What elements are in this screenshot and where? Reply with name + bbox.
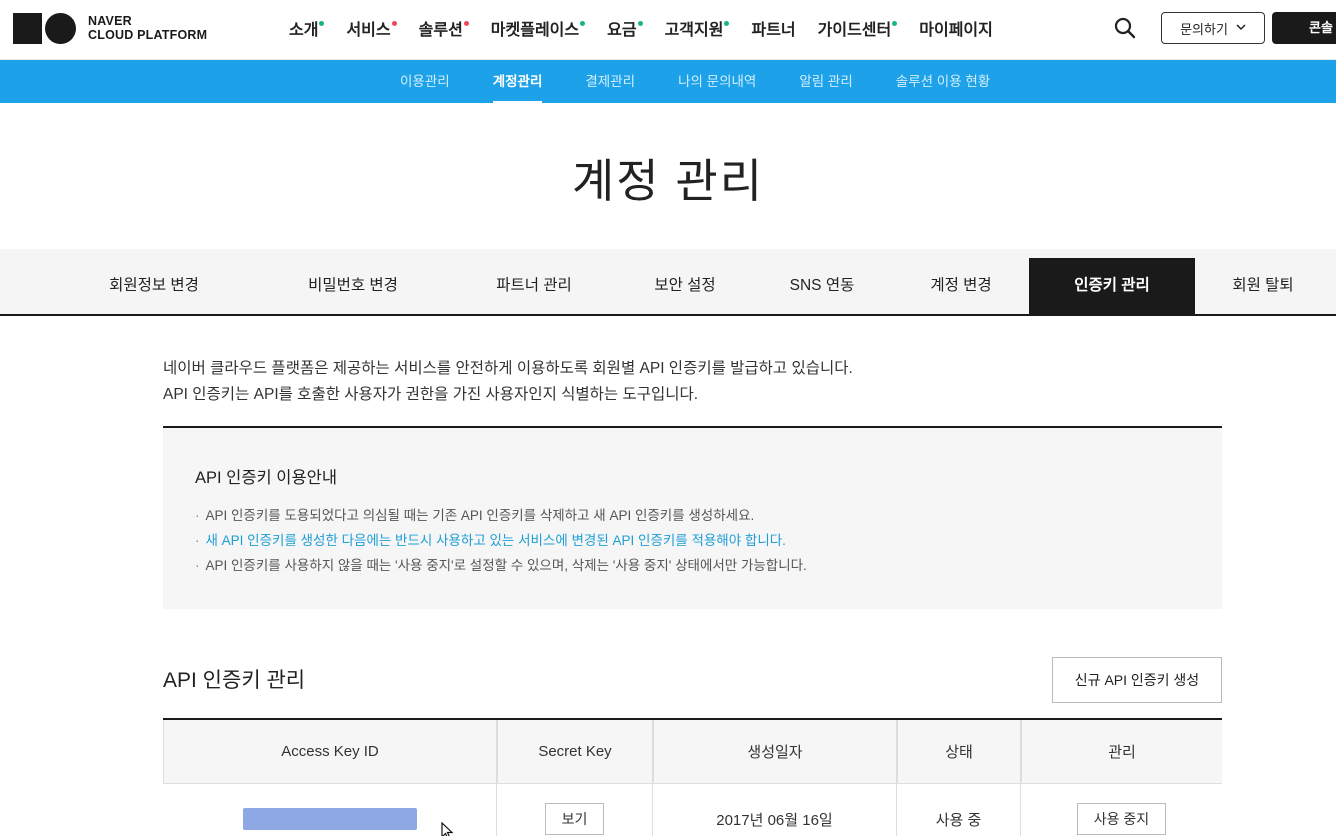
tab-3[interactable]: 보안 설정 (618, 249, 752, 314)
info-title: API 인증키 이용안내 (195, 469, 338, 487)
tab-5[interactable]: 계정 변경 (894, 249, 1028, 314)
top-header: NAVER CLOUD PLATFORM 소개 서비스 솔루션 마켓플레이스 요금 고객지… (0, 0, 1336, 60)
new-dot-icon (463, 21, 469, 26)
secret-key-cell: 보기 (497, 784, 653, 836)
subnav-item-0[interactable]: 이용관리 (400, 60, 450, 103)
page-title: 계정 관리 (571, 155, 765, 207)
nav-item-label: 서비스 (346, 22, 391, 39)
api-key-table: Access Key IDSecret Key생성일자상태관리 ••••••••… (163, 718, 1222, 836)
nav-item-label: 소개 (289, 22, 319, 39)
naver-cloud-logo[interactable]: NAVER CLOUD PLATFORM (13, 12, 207, 44)
subnav-item-1[interactable]: 계정관리 (492, 60, 542, 103)
new-dot-icon (637, 21, 643, 26)
info-item: · API 인증키를 사용하지 않을 때는 '사용 중지'로 설정할 수 있으며,… (195, 553, 807, 578)
nav-item-label: 마이페이지 (919, 22, 993, 39)
logo-line2: CLOUD PLATFORM (88, 28, 208, 42)
column-header: 관리 (1021, 720, 1222, 783)
nav-item-label: 고객지원 (664, 22, 724, 39)
nav-item-4[interactable]: 요금 (607, 16, 643, 40)
nav-item-6[interactable]: 파트너 (751, 16, 795, 40)
bullet: · (195, 558, 200, 573)
nav-item-7[interactable]: 가이드센터 (818, 16, 898, 40)
subnav-item-2[interactable]: 결제관리 (585, 60, 635, 103)
action-cell: 사용 중지 (1021, 784, 1222, 836)
inquiry-label: 문의하기 (1180, 21, 1228, 37)
deactivate-button[interactable]: 사용 중지 (1076, 803, 1167, 835)
nav-item-label: 마켓플레이스 (490, 22, 580, 39)
nav-item-label: 가이드센터 (817, 22, 892, 39)
column-header: Secret Key (497, 720, 653, 783)
new-dot-icon (580, 21, 586, 26)
intro-line1: 네이버 클라우드 플랫폼은 제공하는 서비스를 안전하게 이용하도록 회원별 A… (163, 360, 853, 377)
access-key-id[interactable]: •••••••••••••••••••• (242, 808, 417, 830)
sub-nav-items: 이용관리 계정관리 결제관리 나의 문의내역 알림 관리 솔루션 이용 현황 (400, 60, 1033, 103)
status-text: 사용 중 (897, 784, 1021, 836)
table-body: •••••••••••••••••••• 보기 2017년 06월 16일사용 중 사… (163, 784, 1222, 836)
info-item-text: 새 API 인증키를 생성한 다음에는 반드시 사용하고 있는 서비스에 변경된… (205, 533, 786, 548)
nav-item-1[interactable]: 서비스 (346, 16, 397, 40)
new-dot-icon (724, 21, 730, 26)
new-dot-icon (892, 21, 898, 26)
table-header: Access Key ID Secret Key 생성일자 상태 관리 (163, 720, 1222, 784)
info-box: API 인증키 이용안내 · API 인증키를 도용되었다고 의심될 때는 기존 … (163, 426, 1222, 609)
subnav-item-3[interactable]: 나의 문의내역 (678, 60, 756, 103)
tab-6[interactable]: 인증키 관리 (1029, 258, 1195, 314)
mouse-cursor-icon (441, 821, 455, 836)
subnav-item-4[interactable]: 알림 관리 (799, 60, 852, 103)
search-icon[interactable] (1112, 15, 1138, 41)
new-dot-icon (319, 21, 325, 26)
tab-7[interactable]: 회원 탈퇴 (1195, 249, 1331, 314)
table-row: •••••••••••••••••••• 보기 2017년 06월 16일사용 중 사… (163, 784, 1222, 836)
view-secret-button[interactable]: 보기 (544, 803, 605, 835)
nav-item-8[interactable]: 마이페이지 (919, 16, 993, 40)
new-dot-icon (391, 21, 397, 26)
tab-2[interactable]: 파트너 관리 (450, 249, 618, 314)
console-button[interactable]: 콘솔 (1272, 12, 1336, 44)
tab-1[interactable]: 비밀번호 변경 (268, 249, 438, 314)
logo-text: NAVER CLOUD PLATFORM (88, 14, 207, 42)
nav-item-label: 요금 (607, 22, 637, 39)
nav-item-0[interactable]: 소개 (289, 16, 325, 40)
info-item-text: API 인증키를 도용되었다고 의심될 때는 기존 API 인증키를 삭제하고 … (205, 508, 755, 523)
section-title: API 인증키 관리 (163, 669, 306, 692)
bullet: · (195, 533, 200, 548)
nav-item-label: 솔루션 (418, 22, 463, 39)
info-item-text: API 인증키를 사용하지 않을 때는 '사용 중지'로 설정할 수 있으며, … (205, 558, 807, 573)
column-header: 생성일자 (653, 720, 897, 783)
sub-nav: 이용관리 계정관리 결제관리 나의 문의내역 알림 관리 솔루션 이용 현황 (0, 60, 1336, 103)
column-header: Access Key ID (163, 720, 497, 783)
chevron-down-icon (1236, 23, 1246, 34)
info-item: · 새 API 인증키를 생성한 다음에는 반드시 사용하고 있는 서비스에 변경… (195, 528, 807, 553)
bullet: · (195, 508, 200, 523)
inquiry-button[interactable]: 문의하기 (1161, 12, 1265, 44)
tab-0[interactable]: 회원정보 변경 (78, 249, 230, 314)
logo-line1: NAVER (88, 14, 132, 28)
info-list: · API 인증키를 도용되었다고 의심될 때는 기존 API 인증키를 삭제하고… (195, 503, 807, 578)
intro-text: 네이버 클라우드 플랫폼은 제공하는 서비스를 안전하게 이용하도록 회원별 A… (163, 356, 853, 408)
nav-item-2[interactable]: 솔루션 (419, 16, 469, 40)
subnav-item-5[interactable]: 솔루션 이용 현황 (896, 60, 990, 103)
logo-square (13, 12, 42, 44)
info-item: · API 인증키를 도용되었다고 의심될 때는 기존 API 인증키를 삭제하고… (195, 503, 807, 528)
logo-circle (45, 12, 76, 44)
account-tabs: 회원정보 변경 비밀번호 변경 파트너 관리 보안 설정 SNS 연동 계정 변경 인증키 … (0, 249, 1336, 316)
create-api-key-button[interactable]: 신규 API 인증키 생성 (1052, 657, 1222, 703)
nav-item-label: 파트너 (751, 22, 796, 39)
created-date: 2017년 06월 16일 (653, 784, 897, 836)
nav-item-3[interactable]: 마켓플레이스 (490, 16, 586, 40)
tab-4[interactable]: SNS 연동 (752, 249, 892, 314)
intro-line2: API 인증키는 API를 호출한 사용자가 권한을 가진 사용자인지 식별하는… (163, 386, 699, 403)
nav-item-5[interactable]: 고객지원 (665, 16, 730, 40)
column-header: 상태 (897, 720, 1021, 783)
main-nav: 소개 서비스 솔루션 마켓플레이스 요금 고객지원 파트너 가이드센터 마이페이지 (289, 16, 1015, 40)
